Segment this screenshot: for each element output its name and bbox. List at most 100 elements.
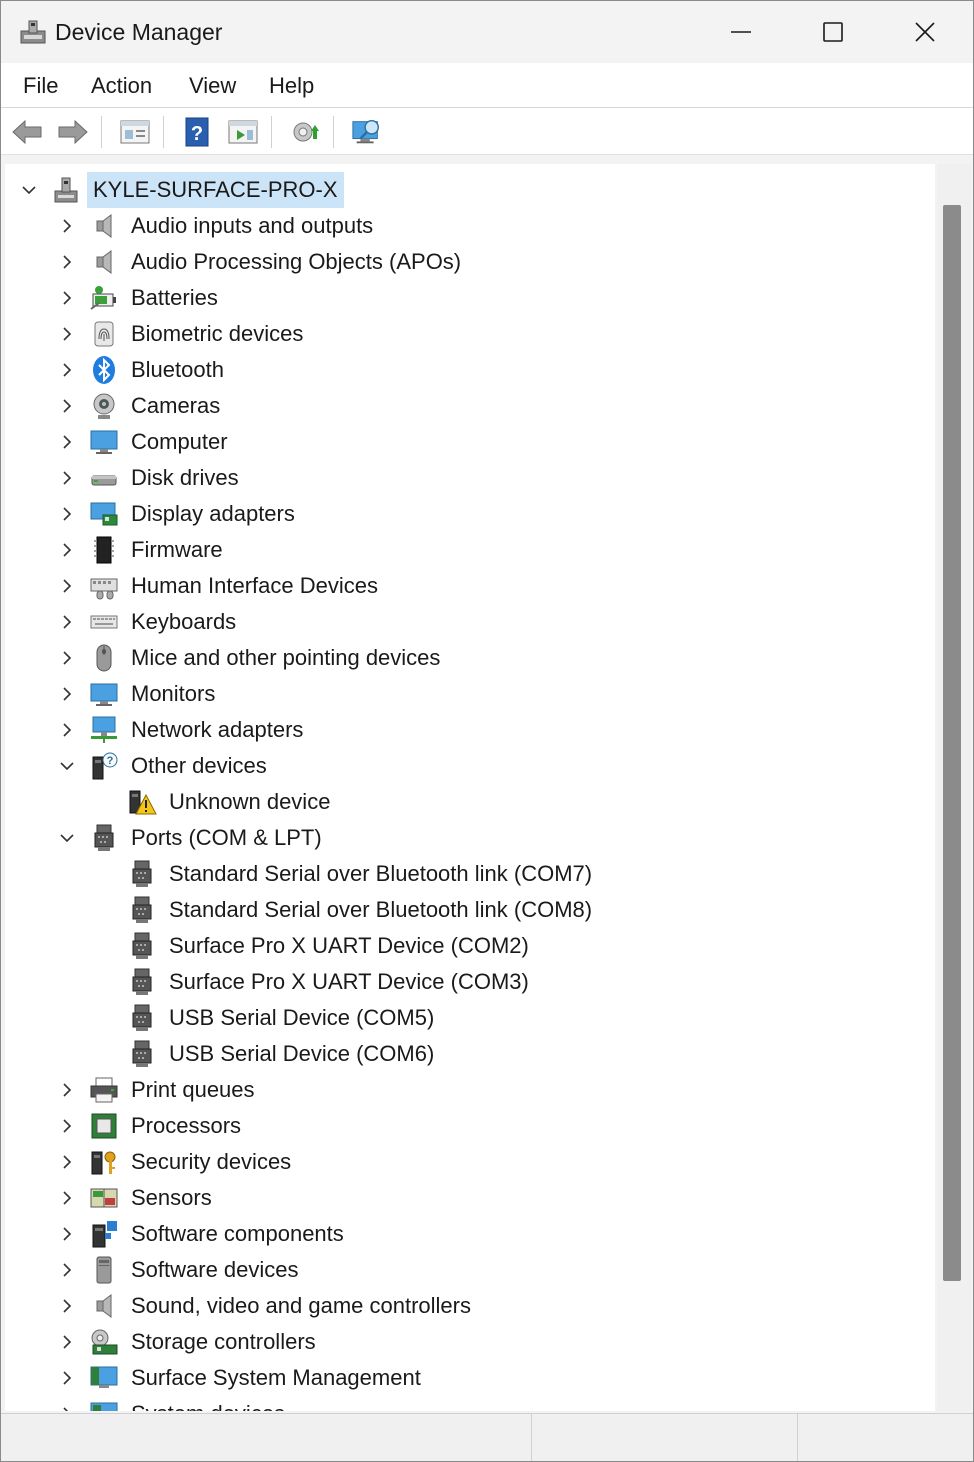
tree-category[interactable]: Storage controllers — [5, 1324, 935, 1360]
tree-category[interactable]: Firmware — [5, 532, 935, 568]
menu-help[interactable]: Help — [269, 73, 314, 99]
chevron-right-icon[interactable] — [57, 1224, 77, 1244]
tree-category[interactable]: Computer — [5, 424, 935, 460]
title-bar[interactable]: Device Manager — [1, 1, 973, 63]
port-icon — [132, 1004, 152, 1031]
chevron-right-icon[interactable] — [57, 720, 77, 740]
chevron-right-icon[interactable] — [57, 252, 77, 272]
close-button[interactable] — [879, 1, 971, 63]
chevron-right-icon[interactable] — [57, 504, 77, 524]
menu-action[interactable]: Action — [91, 73, 152, 99]
vertical-scrollbar[interactable] — [937, 164, 971, 1411]
chevron-right-icon[interactable] — [57, 1188, 77, 1208]
security-icon — [91, 1151, 116, 1175]
properties-button[interactable] — [119, 116, 151, 148]
scrollbar-thumb[interactable] — [943, 205, 961, 1281]
tree-category[interactable]: Audio Processing Objects (APOs) — [5, 244, 935, 280]
tree-device[interactable]: Surface Pro X UART Device (COM3) — [5, 964, 935, 1000]
tree-category-label: Other devices — [131, 753, 267, 778]
tree-category-label: Monitors — [131, 681, 216, 706]
tree-category[interactable]: Print queues — [5, 1072, 935, 1108]
chevron-down-icon[interactable] — [19, 180, 39, 200]
chevron-right-icon[interactable] — [57, 468, 77, 488]
tree-category[interactable]: Disk drives — [5, 460, 935, 496]
chevron-right-icon[interactable] — [57, 1296, 77, 1316]
chevron-right-icon[interactable] — [57, 216, 77, 236]
software-device-icon — [96, 1256, 112, 1284]
tree-device[interactable]: USB Serial Device (COM6) — [5, 1036, 935, 1072]
chevron-right-icon[interactable] — [57, 360, 77, 380]
chevron-right-icon[interactable] — [57, 1116, 77, 1136]
chevron-down-icon[interactable] — [57, 756, 77, 776]
minimize-button[interactable] — [695, 1, 787, 63]
tree-category[interactable]: Audio inputs and outputs — [5, 208, 935, 244]
tree-category-label: Display adapters — [131, 501, 295, 526]
tree-category[interactable]: Batteries — [5, 280, 935, 316]
tree-category[interactable]: Software devices — [5, 1252, 935, 1288]
tree-category[interactable]: ? Other devices — [5, 748, 935, 784]
chevron-right-icon[interactable] — [57, 1404, 77, 1411]
back-button[interactable] — [11, 116, 43, 148]
tree-category[interactable]: Processors — [5, 1108, 935, 1144]
monitor-icon — [90, 683, 118, 706]
scan-hardware-button[interactable] — [351, 116, 383, 148]
chevron-right-icon[interactable] — [57, 540, 77, 560]
forward-button[interactable] — [57, 116, 89, 148]
chevron-right-icon[interactable] — [57, 288, 77, 308]
tree-device[interactable]: Surface Pro X UART Device (COM2) — [5, 928, 935, 964]
tree-category[interactable]: Bluetooth — [5, 352, 935, 388]
add-hardware-button[interactable] — [289, 116, 321, 148]
chevron-right-icon[interactable] — [57, 1260, 77, 1280]
chevron-right-icon[interactable] — [57, 576, 77, 596]
chevron-right-icon[interactable] — [57, 1368, 77, 1388]
tree-category[interactable]: Security devices — [5, 1144, 935, 1180]
maximize-button[interactable] — [787, 1, 879, 63]
chevron-right-icon[interactable] — [57, 324, 77, 344]
tree-category[interactable]: Sensors — [5, 1180, 935, 1216]
chevron-right-icon[interactable] — [57, 396, 77, 416]
chevron-right-icon[interactable] — [57, 432, 77, 452]
chevron-down-icon[interactable] — [57, 828, 77, 848]
port-icon — [132, 932, 152, 959]
tree-category-label: Network adapters — [131, 717, 304, 742]
window-title: Device Manager — [55, 19, 223, 45]
tree-category[interactable]: Biometric devices — [5, 316, 935, 352]
chevron-right-icon[interactable] — [57, 684, 77, 704]
chevron-right-icon[interactable] — [57, 1080, 77, 1100]
help-button[interactable]: ? — [181, 116, 213, 148]
tree-category[interactable]: Monitors — [5, 676, 935, 712]
tree-root[interactable]: KYLE-SURFACE-PRO-X — [5, 172, 935, 208]
tree-device[interactable]: Standard Serial over Bluetooth link (COM… — [5, 892, 935, 928]
display-adapter-icon — [90, 502, 118, 526]
camera-icon — [93, 393, 115, 419]
tree-category[interactable]: Network adapters — [5, 712, 935, 748]
tree-category[interactable]: Display adapters — [5, 496, 935, 532]
tree-device[interactable]: USB Serial Device (COM5) — [5, 1000, 935, 1036]
menu-view[interactable]: View — [189, 73, 236, 99]
chevron-right-icon[interactable] — [57, 612, 77, 632]
port-icon — [132, 1040, 152, 1067]
device-tree[interactable]: KYLE-SURFACE-PRO-X Audio inputs and outpu… — [5, 164, 935, 1411]
back-icon — [12, 119, 42, 145]
tree-category[interactable]: Ports (COM & LPT) — [5, 820, 935, 856]
tree-device[interactable]: Unknown device — [5, 784, 935, 820]
tree-category[interactable]: Surface System Management — [5, 1360, 935, 1396]
tree-device-label: Surface Pro X UART Device (COM3) — [169, 969, 529, 994]
tree-category[interactable]: System devices — [5, 1396, 935, 1411]
menu-file[interactable]: File — [23, 73, 58, 99]
chevron-right-icon[interactable] — [57, 1152, 77, 1172]
tree-device[interactable]: Standard Serial over Bluetooth link (COM… — [5, 856, 935, 892]
unknown-device-icon: ? — [92, 752, 118, 780]
chevron-right-icon[interactable] — [57, 1332, 77, 1352]
tree-category[interactable]: Mice and other pointing devices — [5, 640, 935, 676]
tree-category[interactable]: Cameras — [5, 388, 935, 424]
tree-category[interactable]: Human Interface Devices — [5, 568, 935, 604]
tree-category[interactable]: Keyboards — [5, 604, 935, 640]
tree-category[interactable]: Sound, video and game controllers — [5, 1288, 935, 1324]
tree-category[interactable]: Software components — [5, 1216, 935, 1252]
tree-category-label: Keyboards — [131, 609, 237, 634]
update-driver-button[interactable] — [227, 116, 259, 148]
chevron-right-icon[interactable] — [57, 648, 77, 668]
mouse-icon — [96, 644, 112, 672]
sensor-icon — [90, 1188, 118, 1208]
